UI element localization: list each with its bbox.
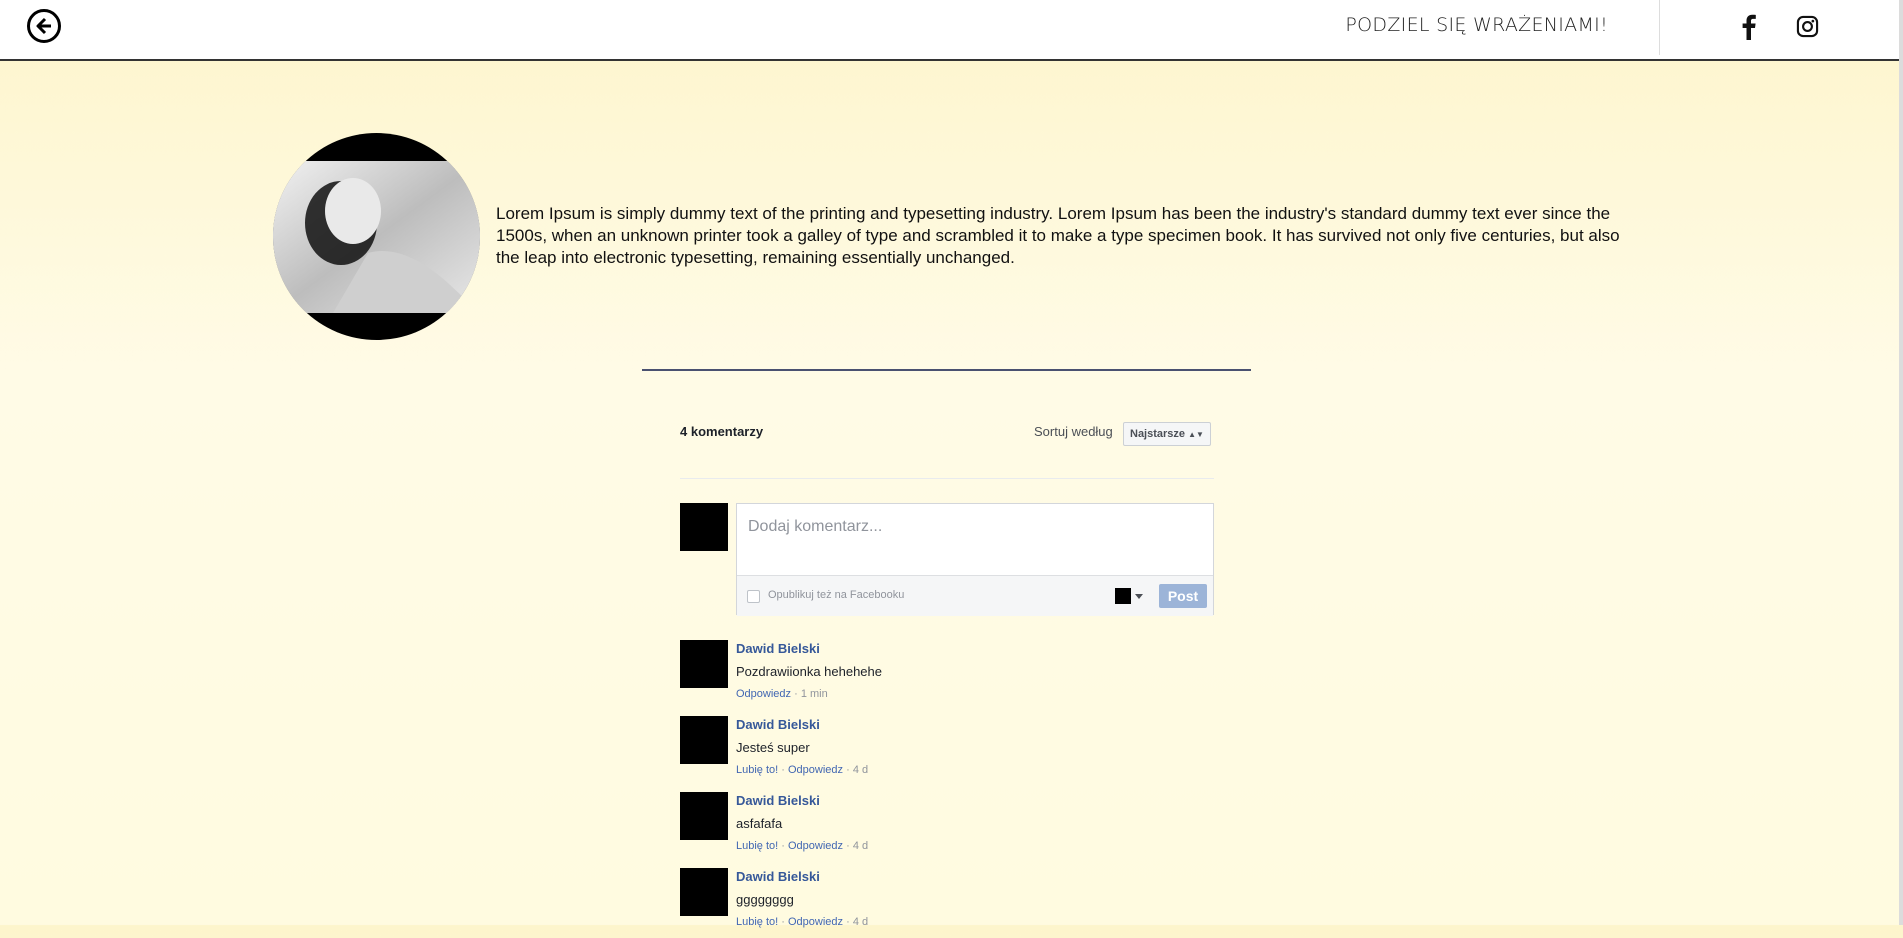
sort-label: Sortuj według [1034, 424, 1113, 439]
user-avatar [680, 503, 728, 551]
facebook-comments-plugin: 4 komentarzy Sortuj według Najstarsze ▲▼… [680, 420, 1214, 928]
comments-header: 4 komentarzy Sortuj według Najstarsze ▲▼ [680, 420, 1214, 450]
identity-avatar[interactable] [1115, 588, 1131, 604]
publish-on-facebook-label: Opublikuj też na Facebooku [768, 589, 905, 601]
arrow-left-icon [36, 17, 51, 35]
meta-separator: · [846, 916, 853, 928]
like-link[interactable]: Lubię to! [736, 916, 778, 928]
comment-meta: Lubię to! · Odpowiedz · 4 d [736, 916, 868, 928]
meta-separator: · [781, 916, 788, 928]
comment-input[interactable] [737, 504, 1213, 574]
comment-item: Dawid Bielski Jesteś super Lubię to! · O… [680, 716, 1214, 786]
back-button[interactable] [27, 9, 61, 43]
meta-separator: · [846, 764, 853, 776]
comment-text: asfafafa [736, 816, 783, 831]
commenter-avatar[interactable] [680, 716, 728, 764]
scrollbar[interactable] [1899, 0, 1903, 925]
comment-count: 4 komentarzy [680, 424, 764, 439]
sort-select[interactable]: Najstarsze ▲▼ [1123, 422, 1211, 446]
comment-item: Dawid Bielski gggggggg Lubię to! · Odpow… [680, 868, 1214, 938]
reply-link[interactable]: Odpowiedz [736, 688, 791, 700]
post-button[interactable]: Post [1159, 584, 1207, 608]
comment-text: Pozdrawiionka hehehehe [736, 664, 882, 679]
facebook-icon[interactable] [1738, 14, 1760, 40]
meta-separator: · [846, 840, 853, 852]
meta-separator: · [781, 764, 788, 776]
commenter-avatar[interactable] [680, 868, 728, 916]
commenter-name[interactable]: Dawid Bielski [736, 717, 820, 732]
comment-meta: Lubię to! · Odpowiedz · 4 d [736, 764, 868, 776]
publish-on-facebook-checkbox[interactable] [747, 590, 760, 603]
comment-time: 4 d [852, 916, 869, 928]
commenter-name[interactable]: Dawid Bielski [736, 793, 820, 808]
sort-arrows-icon: ▲▼ [1188, 430, 1204, 439]
commenter-avatar[interactable] [680, 640, 728, 688]
reply-link[interactable]: Odpowiedz [788, 840, 843, 852]
caret-down-icon[interactable] [1135, 594, 1143, 599]
profile-bio: Lorem Ipsum is simply dummy text of the … [496, 204, 1620, 267]
like-link[interactable]: Lubię to! [736, 764, 778, 776]
comment-text: gggggggg [736, 892, 794, 907]
comments-divider [680, 478, 1214, 479]
comment-time: 4 d [852, 840, 869, 852]
profile-photo [273, 133, 480, 340]
composer-footer: Opublikuj też na Facebooku Post [737, 575, 1213, 616]
commenter-name[interactable]: Dawid Bielski [736, 641, 820, 656]
sort-value: Najstarsze [1130, 428, 1186, 440]
comment-time: 1 min [800, 688, 828, 700]
header-divider [1659, 0, 1660, 55]
top-bar: PODZIEL SIĘ WRAŻENIAMI! [0, 0, 1899, 61]
section-divider [642, 369, 1251, 371]
share-impressions-title: PODZIEL SIĘ WRAŻENIAMI! [1345, 14, 1608, 36]
reply-link[interactable]: Odpowiedz [788, 764, 843, 776]
like-link[interactable]: Lubię to! [736, 840, 778, 852]
comment-item: Dawid Bielski asfafafa Lubię to! · Odpow… [680, 792, 1214, 862]
comment-time: 4 d [852, 764, 869, 776]
comment-item: Dawid Bielski Pozdrawiionka hehehehe Odp… [680, 640, 1214, 710]
commenter-name[interactable]: Dawid Bielski [736, 869, 820, 884]
reply-link[interactable]: Odpowiedz [788, 916, 843, 928]
comment-meta: Lubię to! · Odpowiedz · 4 d [736, 840, 868, 852]
commenter-avatar[interactable] [680, 792, 728, 840]
meta-separator: · [781, 840, 788, 852]
comment-text: Jesteś super [736, 740, 810, 755]
instagram-icon[interactable] [1796, 15, 1819, 38]
meta-separator: · [794, 688, 801, 700]
composer-box: Opublikuj też na Facebooku Post [736, 503, 1214, 616]
comment-meta: Odpowiedz · 1 min [736, 688, 828, 700]
